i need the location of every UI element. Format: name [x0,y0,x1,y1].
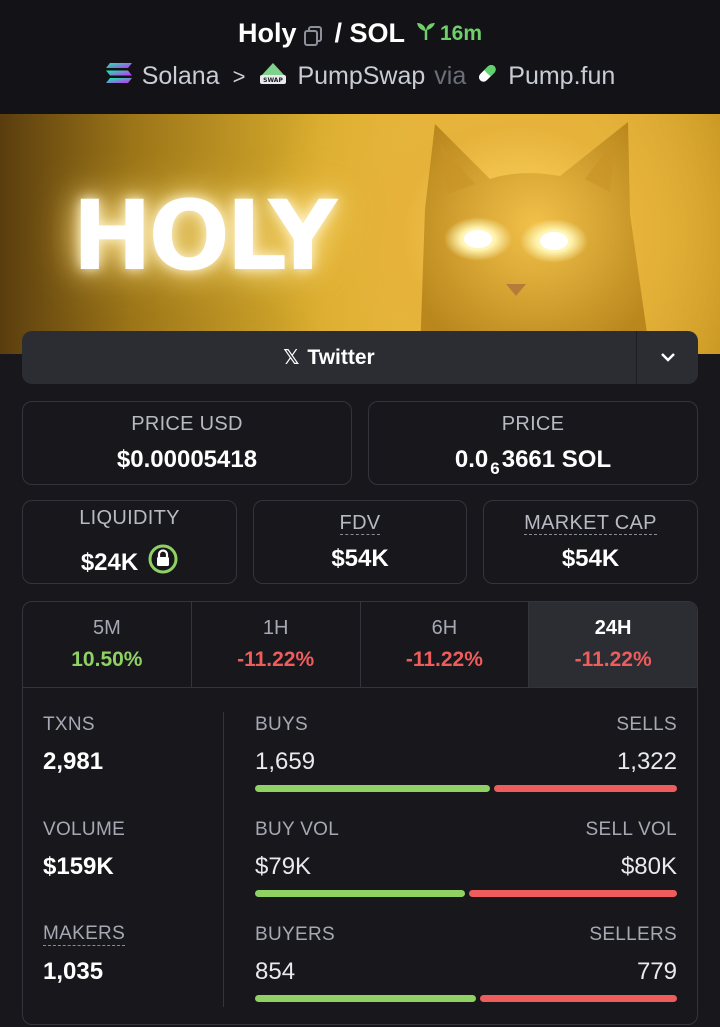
buys-bar [255,785,491,792]
txns-split: BUYS SELLS 1,659 1,322 [255,714,677,792]
price-sol-prefix: 0.0 [454,445,489,473]
liquidity-label: LIQUIDITY [79,507,180,529]
makers-total: MAKERS 1,035 [43,923,126,986]
buyers-bar [255,995,476,1002]
makers-ratio-bar [255,995,677,1002]
volume-ratio-bar [255,890,677,897]
market-cap-card: MARKET CAP $54K [483,500,698,584]
token-name: Holy [237,18,297,48]
sells-value: 1,322 [616,748,677,775]
buyers-label: BUYERS [255,924,335,945]
price-usd-card: PRICE USD $0.00005418 [22,401,352,485]
txns-value: 2,981 [43,748,104,775]
sellers-value: 779 [636,958,677,985]
pair-age: 16m [415,21,482,47]
pill-icon [475,61,499,92]
price-sol-value: 0.0 6 3661 SOL [454,445,612,478]
makers-row: MAKERS 1,035 BUYERS SELLERS 854 779 [23,923,697,1024]
liquidity-value: $24K [80,549,139,576]
lock-icon[interactable] [148,544,178,581]
volume-total: VOLUME $159K [43,819,125,881]
tab-5m[interactable]: 5M 10.50% [23,602,192,687]
breadcrumb-chain[interactable]: Solana [142,62,220,91]
token-banner: HOLY [0,114,720,354]
volume-label: VOLUME [43,819,126,840]
tab-1h[interactable]: 1H -11.22% [192,602,361,687]
banner-title: HOLY [72,180,338,292]
price-usd-label: PRICE USD [131,412,243,435]
breadcrumb-via: via [434,62,467,90]
sells-bar [494,785,677,792]
fdv-value: $54K [331,544,389,572]
sell-vol-value: $80K [620,853,677,880]
sell-vol-label: SELL VOL [585,819,677,840]
sellers-label: SELLERS [589,924,677,945]
txns-label: TXNS [43,714,95,735]
price-sol-zero-count: 6 [490,458,500,478]
chevron-down-icon [660,349,676,367]
buys-label: BUYS [255,714,308,735]
socials-dropdown-button[interactable] [636,331,698,384]
price-sol-rest: 3661 SOL [501,445,612,473]
tab-label: 24H [594,617,632,639]
tab-change: -11.22% [405,648,483,671]
market-cap-label[interactable]: MARKET CAP [524,512,657,535]
makers-label[interactable]: MAKERS [43,923,126,946]
pumpswap-icon: SWAP [258,60,288,93]
pair-title: Holy / SOL 16m [0,18,720,49]
tab-label: 1H [262,617,289,639]
txns-total: TXNS 2,981 [43,714,103,776]
stats-panel: 5M 10.50% 1H -11.22% 6H -11.22% 24H -11.… [22,601,698,1025]
tab-label: 6H [431,617,458,639]
makers-value: 1,035 [43,957,104,985]
volume-split: BUY VOL SELL VOL $79K $80K [255,819,677,897]
twitter-button[interactable]: 𝕏 Twitter [22,331,636,384]
price-sol-label: PRICE [501,412,565,435]
chevron-right-icon: > [232,63,246,89]
buy-vol-bar [255,890,465,897]
buys-value: 1,659 [255,748,316,775]
quote-token: / SOL [334,18,405,48]
liquidity-value-wrap: $24K [81,540,178,577]
sellers-bar [479,995,677,1002]
tab-24h[interactable]: 24H -11.22% [529,602,697,687]
solana-icon [105,62,133,91]
price-sol-card: PRICE 0.0 6 3661 SOL [368,401,698,485]
tab-change: -11.22% [237,648,315,671]
breadcrumb-launchpad[interactable]: Pump.fun [508,62,615,91]
timeframe-tabs: 5M 10.50% 1H -11.22% 6H -11.22% 24H -11.… [23,602,697,688]
fdv-label[interactable]: FDV [339,512,381,535]
sprout-icon [415,21,437,47]
market-cap-value: $54K [561,544,620,572]
breadcrumb-dex[interactable]: PumpSwap [297,62,425,91]
tab-6h[interactable]: 6H -11.22% [361,602,530,687]
volume-value: $159K [43,853,114,880]
socials-bar: 𝕏 Twitter [22,331,698,384]
svg-text:SWAP: SWAP [264,77,284,84]
makers-split: BUYERS SELLERS 854 779 [255,924,677,1002]
liquidity-card: LIQUIDITY $24K [22,500,237,584]
price-usd-value: $0.00005418 [116,445,258,473]
sell-vol-bar [468,890,677,897]
twitter-label: Twitter [307,345,375,369]
sells-label: SELLS [616,714,677,735]
txns-row: TXNS 2,981 BUYS SELLS 1,659 1,322 [23,714,697,814]
tab-label: 5M [92,617,121,639]
pair-age-value: 16m [440,21,483,45]
x-icon: 𝕏 [283,347,300,369]
tab-change: 10.50% [71,648,143,671]
fdv-card: FDV $54K [253,500,467,584]
copy-icon[interactable] [302,23,324,46]
txns-ratio-bar [255,785,677,792]
buy-vol-value: $79K [255,853,312,880]
volume-row: VOLUME $159K BUY VOL SELL VOL $79K $80K [23,819,697,919]
pair-header: Holy / SOL 16m Solana > SWAP PumpSwap vi… [0,0,720,114]
buy-vol-label: BUY VOL [255,819,340,840]
tab-change: -11.22% [574,648,652,671]
buyers-value: 854 [255,958,296,985]
breadcrumb: Solana > SWAP PumpSwap via Pump.fun [0,60,720,93]
